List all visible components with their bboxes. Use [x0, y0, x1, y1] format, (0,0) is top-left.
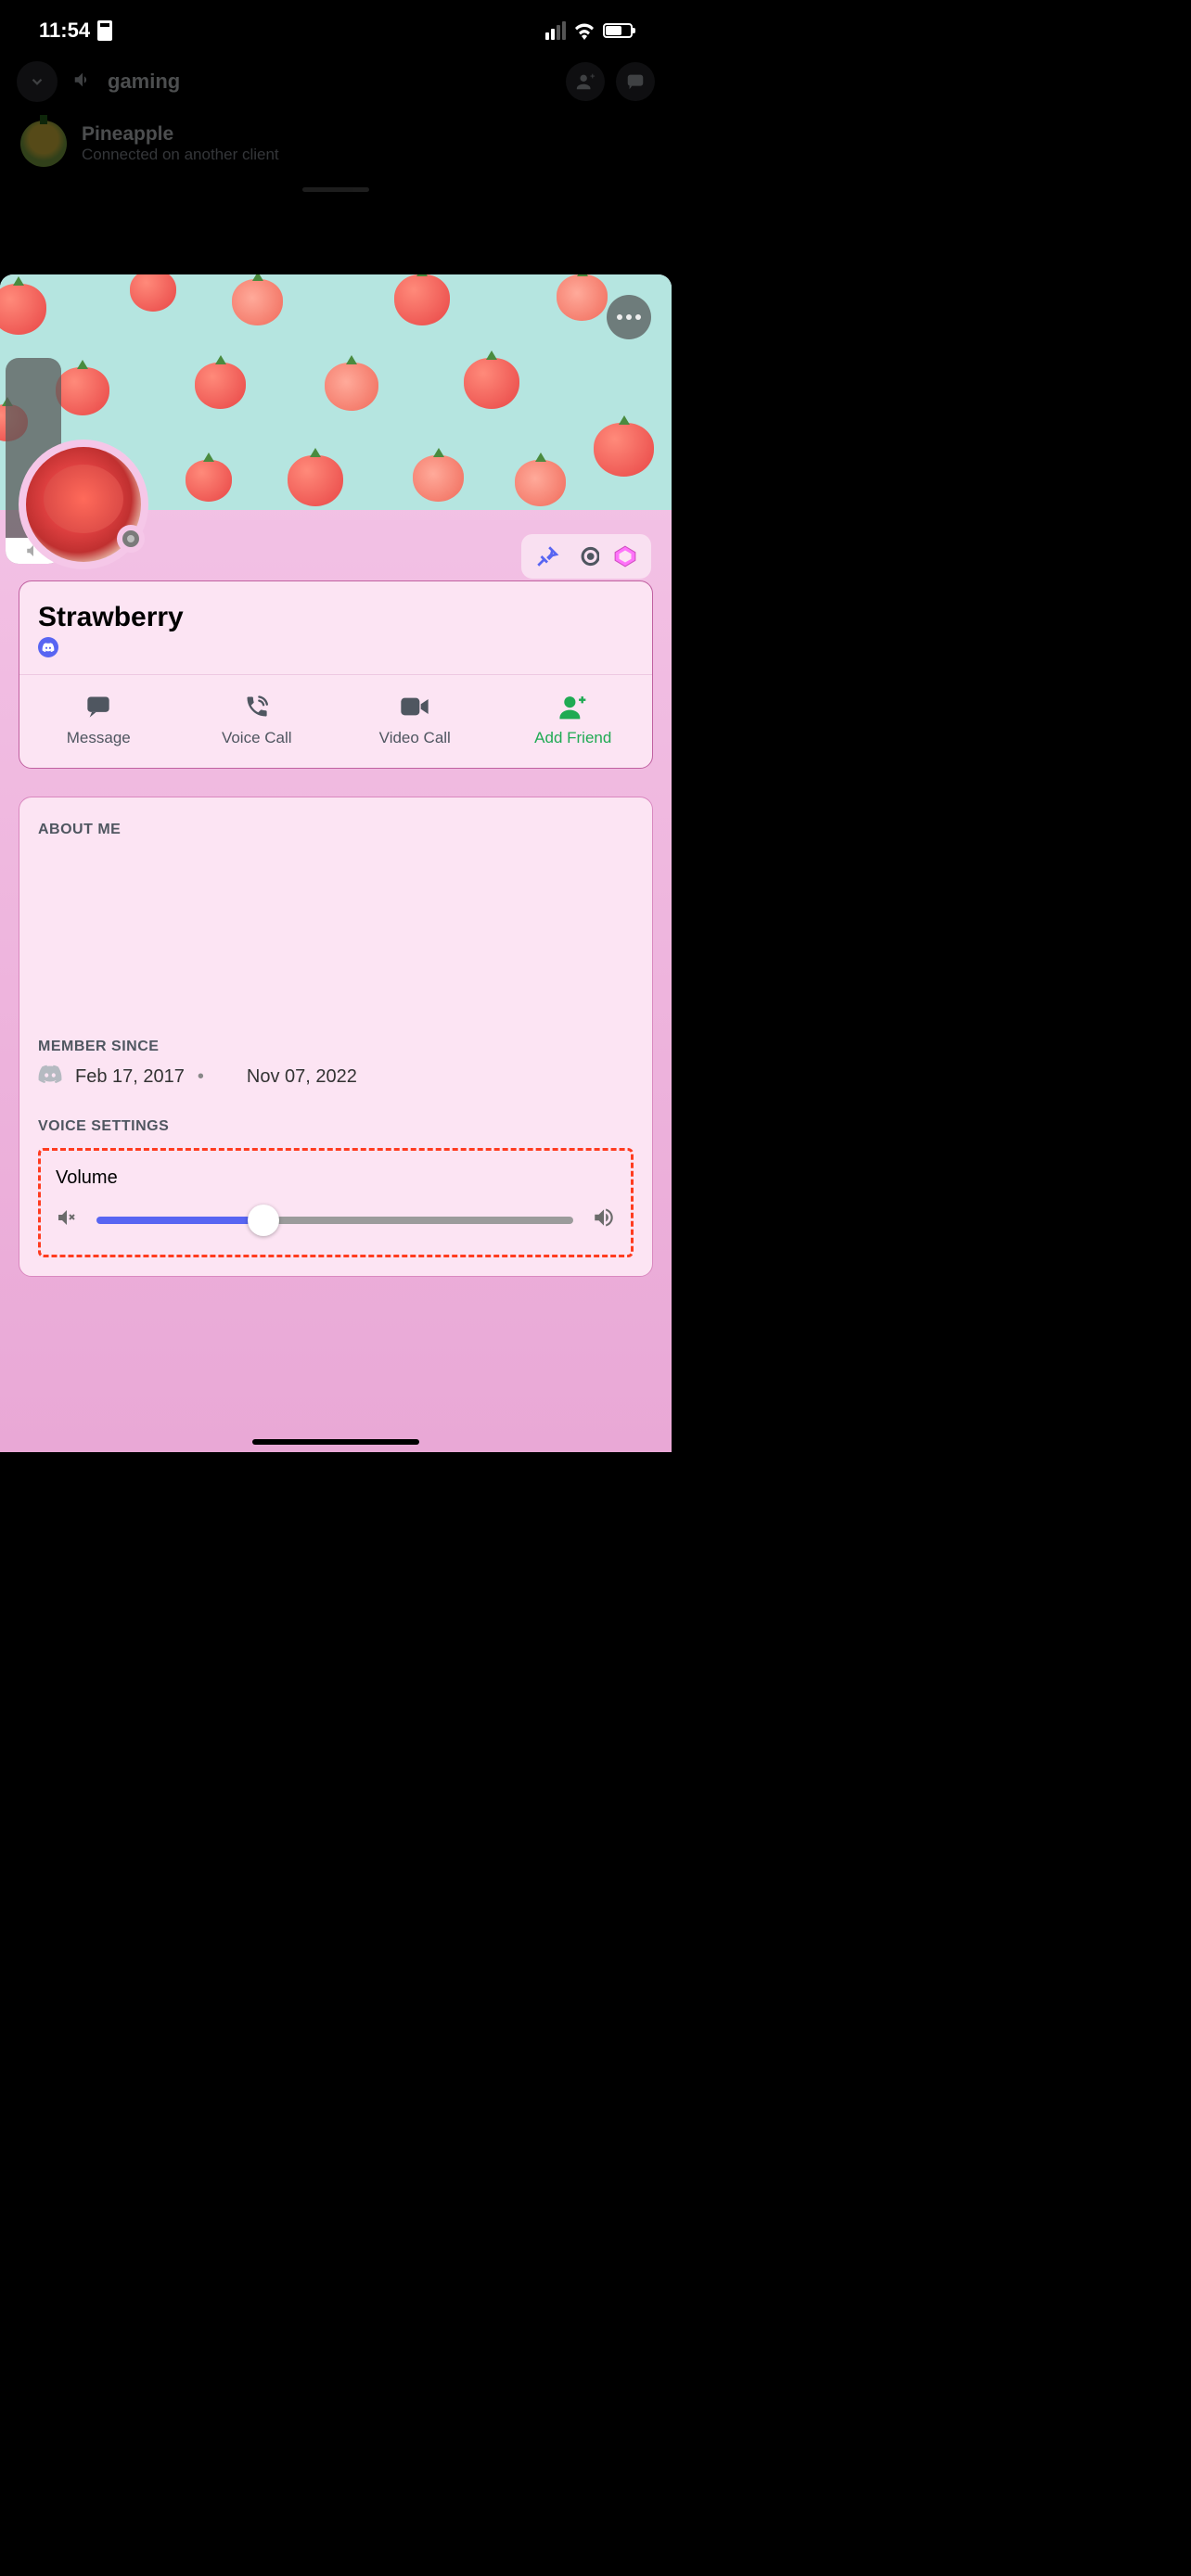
more-options-button[interactable]: [607, 295, 651, 339]
status-bar: 11:54: [0, 0, 672, 56]
video-call-label: Video Call: [379, 729, 451, 747]
message-label: Message: [67, 729, 131, 747]
id-card-icon: [97, 20, 112, 41]
volume-setting-highlighted: Volume: [38, 1148, 634, 1257]
voice-settings-title: VOICE SETTINGS: [38, 1118, 634, 1135]
separator-dot: •: [198, 1066, 204, 1088]
more-horizontal-icon: [617, 314, 641, 320]
member-server-date: Nov 07, 2022: [247, 1066, 357, 1088]
discord-logo-icon: [38, 637, 58, 657]
home-indicator[interactable]: [252, 1439, 419, 1445]
add-friend-header-button[interactable]: [566, 62, 605, 101]
add-friend-button[interactable]: Add Friend: [494, 675, 653, 768]
badge-boost-icon: [612, 543, 638, 569]
presence-status-icon: [117, 525, 145, 553]
video-call-button[interactable]: Video Call: [336, 675, 494, 768]
person-add-icon: [575, 71, 596, 92]
wifi-icon: [573, 21, 596, 40]
speaker-mute-icon[interactable]: [56, 1206, 78, 1233]
profile-details-card: ABOUT ME MEMBER SINCE Feb 17, 2017 • Nov…: [19, 797, 653, 1277]
chevron-down-icon: [29, 73, 45, 90]
person-add-icon: [557, 694, 589, 720]
status-left: 11:54: [39, 19, 112, 43]
messages-header-button[interactable]: [616, 62, 655, 101]
background-channel-header: gaming Pineapple Connected on another cl…: [0, 56, 672, 201]
about-me-content: [38, 848, 634, 1039]
profile-actions: Message Voice Call Video Call Add Friend: [19, 674, 652, 768]
badge-tools-icon: [534, 543, 560, 569]
phone-icon: [244, 694, 270, 720]
volume-slider-thumb[interactable]: [248, 1205, 279, 1236]
voice-call-label: Voice Call: [222, 729, 292, 747]
battery-icon: [603, 23, 633, 38]
channel-name: gaming: [108, 70, 551, 94]
message-icon: [84, 694, 112, 720]
user-avatar-pineapple: [20, 121, 67, 167]
collapse-button[interactable]: [17, 61, 58, 102]
background-voice-user[interactable]: Pineapple Connected on another client: [17, 102, 655, 176]
member-since-title: MEMBER SINCE: [38, 1039, 634, 1055]
profile-badges[interactable]: [521, 534, 651, 579]
member-discord-date: Feb 17, 2017: [75, 1066, 185, 1088]
background-user-status: Connected on another client: [82, 146, 279, 164]
profile-tag-row: [38, 637, 634, 657]
background-username: Pineapple: [82, 123, 279, 146]
cellular-signal-icon: [545, 21, 566, 40]
status-right: [545, 21, 633, 40]
discord-logo-gray-icon: [38, 1065, 62, 1089]
profile-avatar-wrap[interactable]: [19, 440, 148, 569]
video-icon: [400, 694, 429, 720]
voice-channel-icon: [72, 70, 93, 95]
message-button[interactable]: Message: [19, 675, 178, 768]
sheet-grabber[interactable]: [302, 187, 369, 192]
profile-display-name: Strawberry: [38, 602, 634, 633]
profile-info-card: Strawberry Message Voice Call: [19, 580, 653, 769]
badge-nitro-icon: [573, 543, 599, 569]
speaker-loud-icon[interactable]: [592, 1205, 616, 1234]
voice-call-button[interactable]: Voice Call: [178, 675, 337, 768]
about-me-title: ABOUT ME: [38, 822, 634, 838]
add-friend-label: Add Friend: [534, 729, 611, 747]
volume-label: Volume: [56, 1167, 616, 1189]
member-since-row: Feb 17, 2017 • Nov 07, 2022: [38, 1065, 634, 1089]
chat-icon: [625, 71, 646, 92]
volume-slider[interactable]: [96, 1217, 573, 1224]
status-time: 11:54: [39, 19, 90, 43]
profile-sheet: Strawberry Message Voice Call: [0, 274, 672, 1452]
